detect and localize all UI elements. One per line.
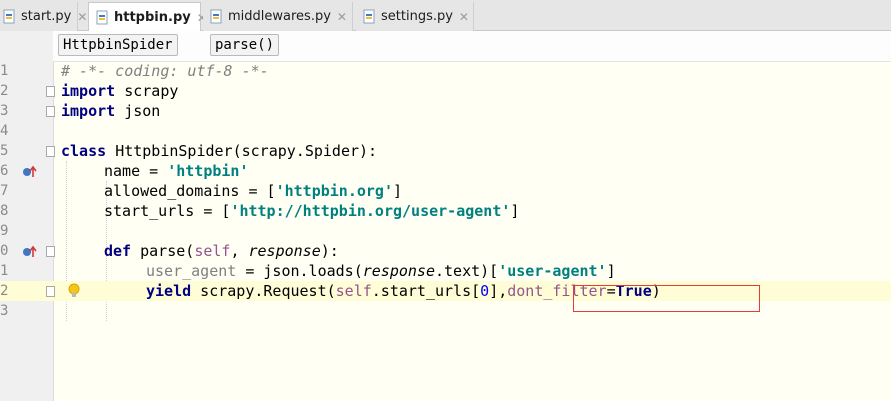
code-line: 4 [0,121,891,141]
line-number: 1 [0,63,9,79]
code-text: import json [61,101,160,121]
override-icon[interactable] [22,244,38,258]
function-name: parse [140,242,186,260]
code-token: , [230,242,249,260]
close-icon[interactable]: ✕ [459,10,469,24]
line-number: 2 [0,83,9,99]
line-number: 1 [0,263,9,279]
highlight-annotation-box [573,285,760,312]
editor-tab-bar: start.py ✕ httpbin.py ✕ middlewares.py ✕… [0,0,891,32]
code-token: scrapy [115,82,179,100]
line-number: 8 [0,203,9,219]
python-file-icon [362,9,377,24]
line-number: 7 [0,183,9,199]
code-token: json [115,102,161,120]
keyword: import [61,82,116,100]
param-token: response [248,242,321,260]
tab-label: httpbin.py [114,10,191,25]
python-file-icon [95,10,110,25]
code-comment: # -*- coding: utf-8 -*- [61,62,269,80]
code-text: import scrapy [61,81,178,101]
code-token: = json.loads( [236,262,363,280]
code-line: 7 allowed_domains = ['httpbin.org'] [0,181,891,201]
code-token: .start_urls[ [371,282,481,300]
code-token: ] [393,182,403,200]
code-line: 6 name = 'httpbin' [0,161,891,181]
line-number: 3 [0,303,9,319]
code-token: ] [510,202,520,220]
self-token: self [335,282,372,300]
code-line: 3 import json [0,101,891,121]
code-token: name = [104,162,168,180]
number-literal: 0 [480,282,490,300]
tab-middlewares-py[interactable]: middlewares.py ✕ [203,2,353,31]
string-literal: 'httpbin' [167,162,249,180]
fold-marker-icon[interactable] [46,246,55,257]
tab-settings-py[interactable]: settings.py ✕ [356,2,474,31]
code-text: def parse(self, response): [104,241,339,261]
tab-label: settings.py [381,9,453,24]
code-token: ): [320,242,339,260]
tab-start-py[interactable]: start.py ✕ [0,2,87,31]
string-literal: 'http://httpbin.org/user-agent' [230,202,511,220]
close-icon[interactable]: ✕ [337,10,347,24]
unused-variable: user_agent [146,262,237,280]
fold-marker-icon[interactable] [46,286,55,297]
code-line: 1 # -*- coding: utf-8 -*- [0,61,891,81]
line-number: 0 [0,243,9,259]
fold-marker-icon[interactable] [46,146,55,157]
line-number: 2 [0,283,9,299]
python-file-icon [2,9,17,24]
code-text: allowed_domains = ['httpbin.org'] [104,181,402,201]
code-token: (scrapy.Spider): [232,142,378,160]
code-token: ], [489,282,508,300]
fold-marker-icon[interactable] [46,86,55,97]
code-line: 2 import scrapy [0,81,891,101]
keyword: yield [146,282,192,300]
code-text: start_urls = ['http://httpbin.org/user-a… [104,201,519,221]
line-number: 9 [0,223,9,239]
tab-httpbin-py[interactable]: httpbin.py ✕ [88,2,207,32]
code-line: 5 class HttpbinSpider(scrapy.Spider): [0,141,891,161]
line-number: 5 [0,143,9,159]
override-icon[interactable] [22,164,38,178]
code-line: 8 start_urls = ['http://httpbin.org/user… [0,201,891,221]
code-token: scrapy.Request( [191,282,336,300]
close-icon[interactable]: ✕ [77,10,87,24]
code-text: user_agent = json.loads(response.text)['… [146,261,616,281]
fold-marker-icon[interactable] [46,106,55,117]
breadcrumb: HttpbinSpider parse() [53,31,891,62]
code-token: ] [606,262,616,280]
line-number: 3 [0,103,9,119]
param-token: response [362,262,435,280]
python-file-icon [209,9,224,24]
string-literal: 'httpbin.org' [275,182,393,200]
keyword: def [104,242,132,260]
code-line: 0 def parse(self, response): [0,241,891,261]
code-token: start_urls = [ [104,202,231,220]
code-line: 1 user_agent = json.loads(response.text)… [0,261,891,281]
code-text: class HttpbinSpider(scrapy.Spider): [61,141,377,161]
self-token: self [194,242,231,260]
code-line: 9 [0,221,891,241]
line-number: 4 [0,123,9,139]
string-literal: 'user-agent' [498,262,607,280]
keyword: class [61,142,107,160]
breadcrumb-class[interactable]: HttpbinSpider [58,34,178,56]
tab-label: start.py [21,9,72,24]
breadcrumb-method[interactable]: parse() [210,34,280,56]
code-token: ( [185,242,195,260]
lightbulb-icon[interactable] [67,283,81,303]
line-number: 6 [0,163,9,179]
code-token: .text)[ [435,262,499,280]
keyword: import [61,102,116,120]
class-name: HttpbinSpider [115,142,233,160]
code-text: name = 'httpbin' [104,161,249,181]
code-token: allowed_domains = [ [104,182,276,200]
tab-label: middlewares.py [228,9,331,24]
